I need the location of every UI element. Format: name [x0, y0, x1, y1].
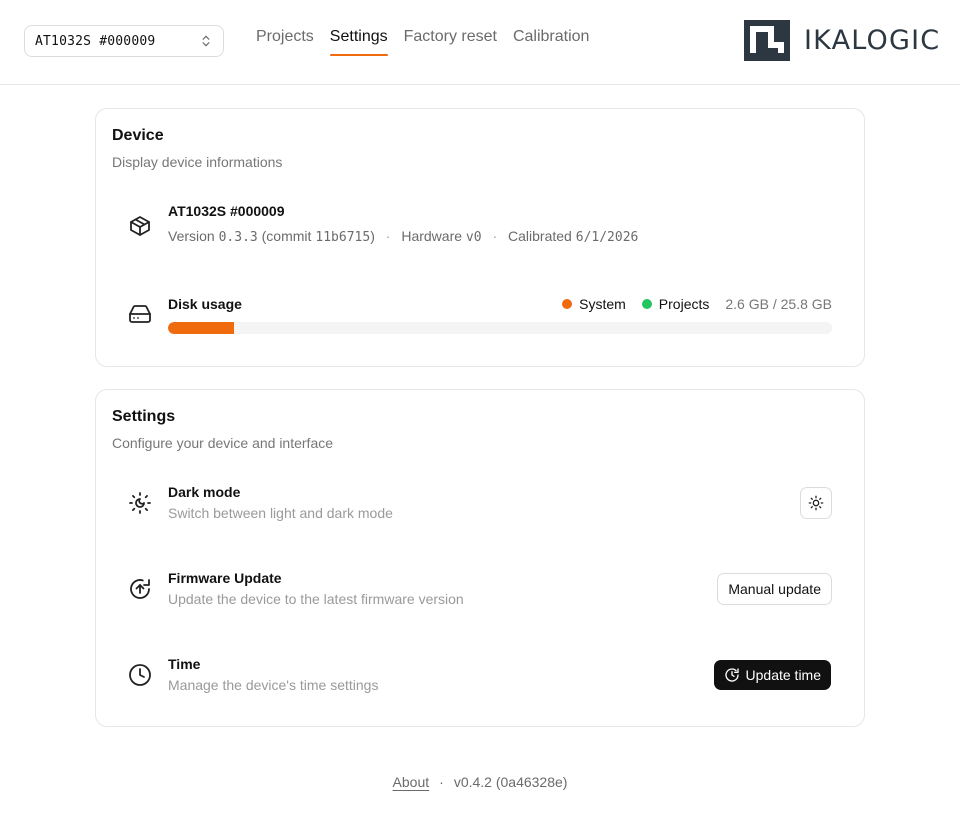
footer: About · v0.4.2 (0a46328e): [0, 774, 960, 790]
version-value: 0.3.3: [218, 230, 258, 245]
clock-icon: [129, 664, 151, 686]
settings-card-subtitle: Configure your device and interface: [112, 435, 334, 451]
device-selector-value: AT1032S #000009: [35, 33, 156, 49]
hard-drive-icon: [129, 305, 151, 323]
ikalogic-logo: IKALOGIC: [744, 20, 940, 61]
hardware-label: Hardware: [401, 228, 463, 244]
firmware-update-title: Firmware Update: [168, 570, 282, 586]
legend-projects-label: Projects: [658, 296, 710, 312]
sun-moon-icon: [129, 492, 151, 514]
footer-separator: ·: [439, 774, 444, 790]
tab-projects[interactable]: Projects: [256, 0, 314, 57]
device-card-subtitle: Display device informations: [112, 154, 283, 170]
disk-legend: System Projects 2.6 GB / 25.8 GB: [562, 296, 832, 312]
dark-mode-subtitle: Switch between light and dark mode: [168, 505, 393, 521]
logo-mark-icon: [744, 20, 790, 61]
legend-system-label: System: [579, 296, 626, 312]
main-nav: Projects Settings Factory reset Calibrat…: [256, 0, 605, 85]
projects-dot: [641, 299, 652, 309]
separator: ·: [492, 228, 498, 244]
tab-factory-reset[interactable]: Factory reset: [404, 0, 497, 57]
calibrated-value: 6/1/2026: [575, 230, 639, 245]
firmware-update-subtitle: Update the device to the latest firmware…: [168, 591, 464, 607]
box-icon: [130, 216, 150, 236]
calibrated-label: Calibrated: [508, 228, 572, 244]
update-time-button[interactable]: Update time: [713, 660, 831, 690]
app-version: v0.4.2 (0a46328e): [453, 774, 568, 790]
settings-card: Settings Configure your device and inter…: [95, 389, 865, 727]
disk-usage-text: 2.6 GB / 25.8 GB: [725, 296, 832, 312]
dark-mode-toggle-button[interactable]: [800, 487, 832, 519]
clock-refresh-icon: [724, 668, 739, 682]
commit-suffix: ): [370, 228, 375, 244]
device-card-title: Device: [112, 127, 164, 144]
legend-item-projects: Projects: [641, 296, 710, 312]
about-link[interactable]: About: [393, 774, 430, 790]
device-selector[interactable]: AT1032S #000009: [24, 25, 224, 57]
legend-item-system: System: [562, 296, 626, 312]
time-title: Time: [168, 656, 201, 672]
disk-usage-bar: [168, 322, 832, 334]
update-time-label: Update time: [745, 667, 821, 683]
tab-settings[interactable]: Settings: [329, 0, 388, 57]
device-name: AT1032S #000009: [168, 203, 285, 219]
version-label: Version: [168, 228, 215, 244]
settings-card-title: Settings: [112, 408, 176, 425]
upload-circle-icon: [130, 579, 150, 599]
separator: ·: [385, 228, 391, 244]
hardware-value: v0: [465, 230, 482, 245]
commit-value: 11b6715: [315, 230, 371, 245]
disk-usage-bar-fill: [168, 322, 235, 334]
sun-icon: [808, 495, 824, 511]
system-dot: [562, 299, 573, 309]
device-card: Device Display device informations AT103…: [95, 108, 865, 367]
tab-calibration[interactable]: Calibration: [513, 0, 589, 57]
time-subtitle: Manage the device's time settings: [168, 677, 379, 693]
commit-prefix: (commit: [261, 228, 312, 244]
chevron-up-down-icon: [202, 35, 210, 47]
dark-mode-title: Dark mode: [168, 484, 241, 500]
device-info-line: Version 0.3.3 (commit 11b6715) · Hardware…: [168, 228, 638, 245]
manual-update-button[interactable]: Manual update: [717, 573, 832, 605]
top-header: AT1032S #000009 Projects Settings Factor…: [0, 0, 960, 85]
logo-text: IKALOGIC: [804, 25, 941, 56]
disk-usage-label: Disk usage: [168, 296, 242, 312]
